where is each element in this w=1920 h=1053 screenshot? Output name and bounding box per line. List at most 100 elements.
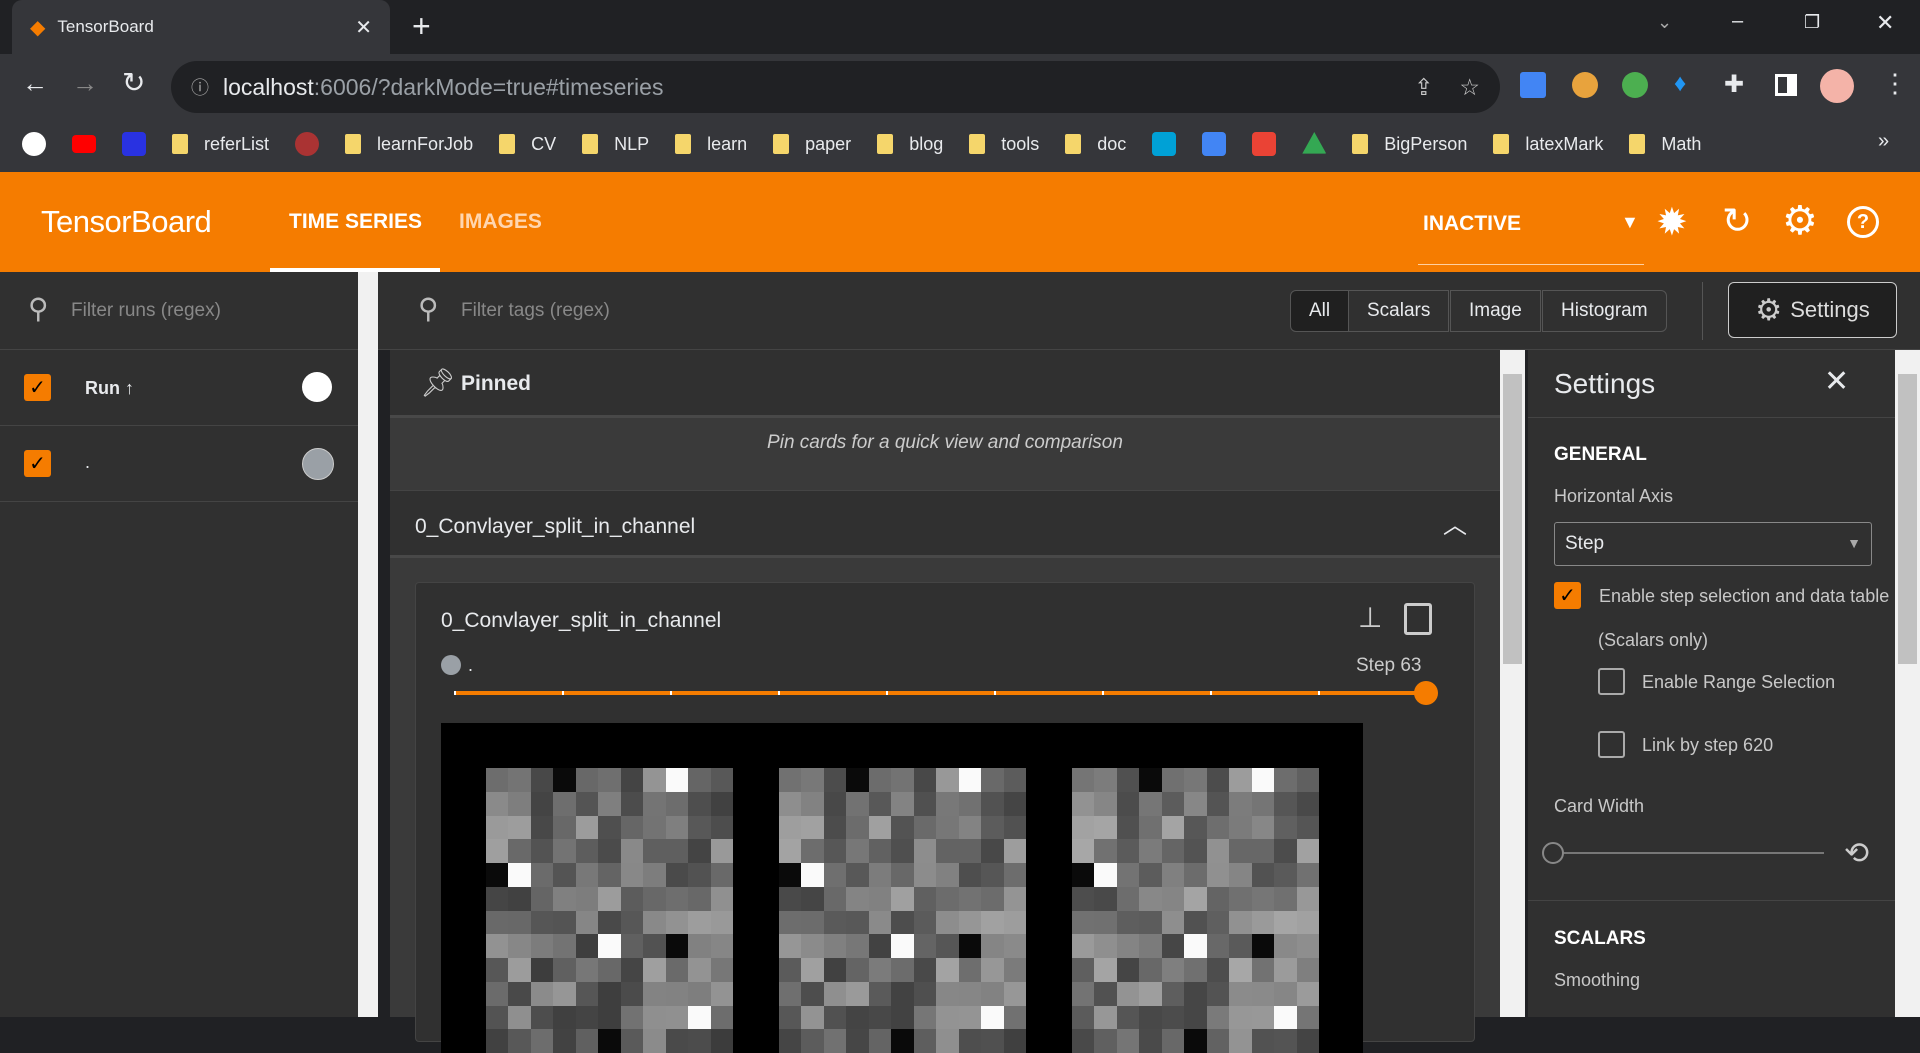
link-by-step-checkbox[interactable] <box>1598 731 1625 758</box>
step-slider-thumb[interactable] <box>1414 681 1438 705</box>
bookmark-star-icon[interactable]: ☆ <box>1459 74 1480 101</box>
scalars-only-label: (Scalars only) <box>1598 630 1709 650</box>
range-selection-checkbox[interactable] <box>1598 668 1625 695</box>
gmail-bookmark-icon[interactable] <box>1252 132 1277 156</box>
dropdown-arrow-icon[interactable]: ▼ <box>1621 212 1639 233</box>
gear-icon: ⚙ <box>1755 293 1783 327</box>
step-slider[interactable] <box>454 691 1426 695</box>
run-column-header[interactable]: Run ↑ <box>85 378 134 399</box>
bookmark-nlp[interactable]: NLP <box>582 134 649 155</box>
tensorboard-header: TensorBoard TIME SERIES IMAGES INACTIVE … <box>0 172 1920 272</box>
filter-image[interactable]: Image <box>1450 290 1541 332</box>
filter-all[interactable]: All <box>1290 290 1350 332</box>
more-bookmarks-icon[interactable]: » <box>1878 130 1889 153</box>
bookmark-referlist[interactable]: referList <box>172 134 269 155</box>
range-selection-label: Enable Range Selection <box>1642 672 1836 692</box>
bookmark-cv[interactable]: CV <box>499 134 556 155</box>
bookmark-blog[interactable]: blog <box>877 134 943 155</box>
back-icon[interactable]: ← <box>22 68 48 99</box>
settings-scrollbar[interactable] <box>1895 350 1920 1017</box>
menu-icon[interactable]: ⋮ <box>1882 68 1908 99</box>
bookmark-learn[interactable]: learn <box>675 134 747 155</box>
restore-icon[interactable]: ❐ <box>1804 12 1820 33</box>
browser-tab-bar: ◆ TensorBoard ✕ + ⌄ – ❐ ✕ <box>0 0 1920 54</box>
select-all-checkbox[interactable]: ✓ <box>24 374 51 401</box>
collapse-chevron-icon[interactable]: ︿ <box>1443 505 1467 540</box>
dark-mode-icon[interactable]: ✹ <box>1656 200 1688 245</box>
info-icon[interactable]: ⓘ <box>191 74 209 100</box>
pinned-hint: Pin cards for a quick view and compariso… <box>767 432 1123 453</box>
forward-icon[interactable]: → <box>72 68 98 99</box>
address-bar[interactable]: ⓘ localhost :6006/?darkMode=true#timeser… <box>171 61 1500 113</box>
filter-scalars[interactable]: Scalars <box>1348 290 1450 332</box>
horizontal-axis-select[interactable]: Step ▼ <box>1554 522 1872 566</box>
runs-filter[interactable]: ⚲ Filter runs (regex) <box>0 272 358 350</box>
slider-tick <box>1210 691 1212 695</box>
youtube-bookmark-icon[interactable] <box>72 135 96 153</box>
divider <box>1528 900 1895 901</box>
slider-tick <box>670 691 672 695</box>
downloader-extension-icon[interactable] <box>1622 72 1648 98</box>
minimize-icon[interactable]: – <box>1732 10 1743 33</box>
bookmark-bigperson[interactable]: BigPerson <box>1352 134 1467 155</box>
palette-icon[interactable] <box>302 372 332 402</box>
settings-button[interactable]: ⚙ Settings <box>1728 282 1897 338</box>
browser-tab[interactable]: ◆ TensorBoard ✕ <box>12 0 390 54</box>
translate-bookmark-icon[interactable] <box>1202 132 1227 156</box>
bilibili-bookmark-icon[interactable] <box>1152 132 1177 156</box>
extension-icon[interactable] <box>1572 72 1598 98</box>
google-bookmark-icon[interactable] <box>22 132 46 156</box>
runs-scrollbar[interactable] <box>358 272 378 1017</box>
inactive-plugins-dropdown[interactable]: INACTIVE <box>1423 212 1521 236</box>
card-width-slider[interactable] <box>1554 852 1824 854</box>
settings-gear-icon[interactable]: ⚙ <box>1782 198 1818 244</box>
close-tab-icon[interactable]: ✕ <box>355 15 372 40</box>
channel-image <box>1072 768 1319 1053</box>
bookmark-tools[interactable]: tools <box>969 134 1039 155</box>
extensions-puzzle-icon[interactable]: ✚ <box>1724 70 1744 99</box>
divider <box>1702 282 1703 340</box>
bookmark-learnforjob[interactable]: learnForJob <box>345 134 473 155</box>
translate-extension-icon[interactable] <box>1520 72 1546 98</box>
pinned-title: Pinned <box>461 372 532 395</box>
bookmark-latexmark[interactable]: latexMark <box>1493 134 1603 155</box>
enable-step-checkbox[interactable]: ✓ <box>1554 582 1581 609</box>
tab-time-series[interactable]: TIME SERIES <box>289 210 422 234</box>
main-scrollbar[interactable] <box>1500 350 1525 1017</box>
bookmark-math[interactable]: Math <box>1629 134 1701 155</box>
close-settings-icon[interactable]: ✕ <box>1824 364 1849 399</box>
gem-extension-icon[interactable]: ♦ <box>1674 70 1686 98</box>
image-fullsize-icon[interactable] <box>1404 603 1432 635</box>
url-rest: :6006/?darkMode=true#timeseries <box>313 73 664 100</box>
close-window-icon[interactable]: ✕ <box>1876 10 1894 36</box>
run-checkbox[interactable]: ✓ <box>24 450 51 477</box>
tab-images[interactable]: IMAGES <box>459 210 542 234</box>
drive-bookmark-icon[interactable] <box>1302 132 1327 154</box>
image-display[interactable] <box>441 723 1363 1053</box>
pin-icon: 📌︎ <box>420 367 456 398</box>
card-width-thumb[interactable] <box>1542 842 1564 864</box>
enable-step-label: Enable step selection and data table <box>1599 586 1890 606</box>
bookmark-doc[interactable]: doc <box>1065 134 1126 155</box>
share-icon[interactable]: ⇪ <box>1414 74 1433 101</box>
reset-card-width-icon[interactable]: ⟲ <box>1844 836 1869 871</box>
profile-avatar[interactable] <box>1820 69 1854 103</box>
tag-filter-input[interactable]: Filter tags (regex) <box>461 300 610 322</box>
group-header[interactable]: 0_Convlayer_split_in_channel ︿ <box>390 490 1500 558</box>
settings-panel: Settings ✕ GENERAL Horizontal Axis Step … <box>1528 350 1895 1017</box>
baidu-bookmark-icon[interactable] <box>122 132 146 156</box>
reload-icon[interactable]: ↻ <box>122 66 145 99</box>
runs-filter-input[interactable]: Filter runs (regex) <box>71 300 221 322</box>
filter-histogram[interactable]: Histogram <box>1542 290 1667 332</box>
help-icon[interactable]: ? <box>1847 206 1879 238</box>
run-row[interactable]: ✓ . <box>0 426 358 502</box>
reload-data-icon[interactable]: ↻ <box>1722 200 1752 242</box>
new-tab-icon[interactable]: + <box>412 8 431 45</box>
run-color-swatch[interactable] <box>302 448 334 480</box>
pin-card-icon[interactable]: ⊥ <box>1358 601 1382 634</box>
side-panel-icon[interactable] <box>1775 74 1797 96</box>
bookmark-site-icon[interactable] <box>295 132 320 156</box>
bookmark-paper[interactable]: paper <box>773 134 851 155</box>
run-color-dot <box>441 655 461 675</box>
tab-search-icon[interactable]: ⌄ <box>1657 12 1672 33</box>
